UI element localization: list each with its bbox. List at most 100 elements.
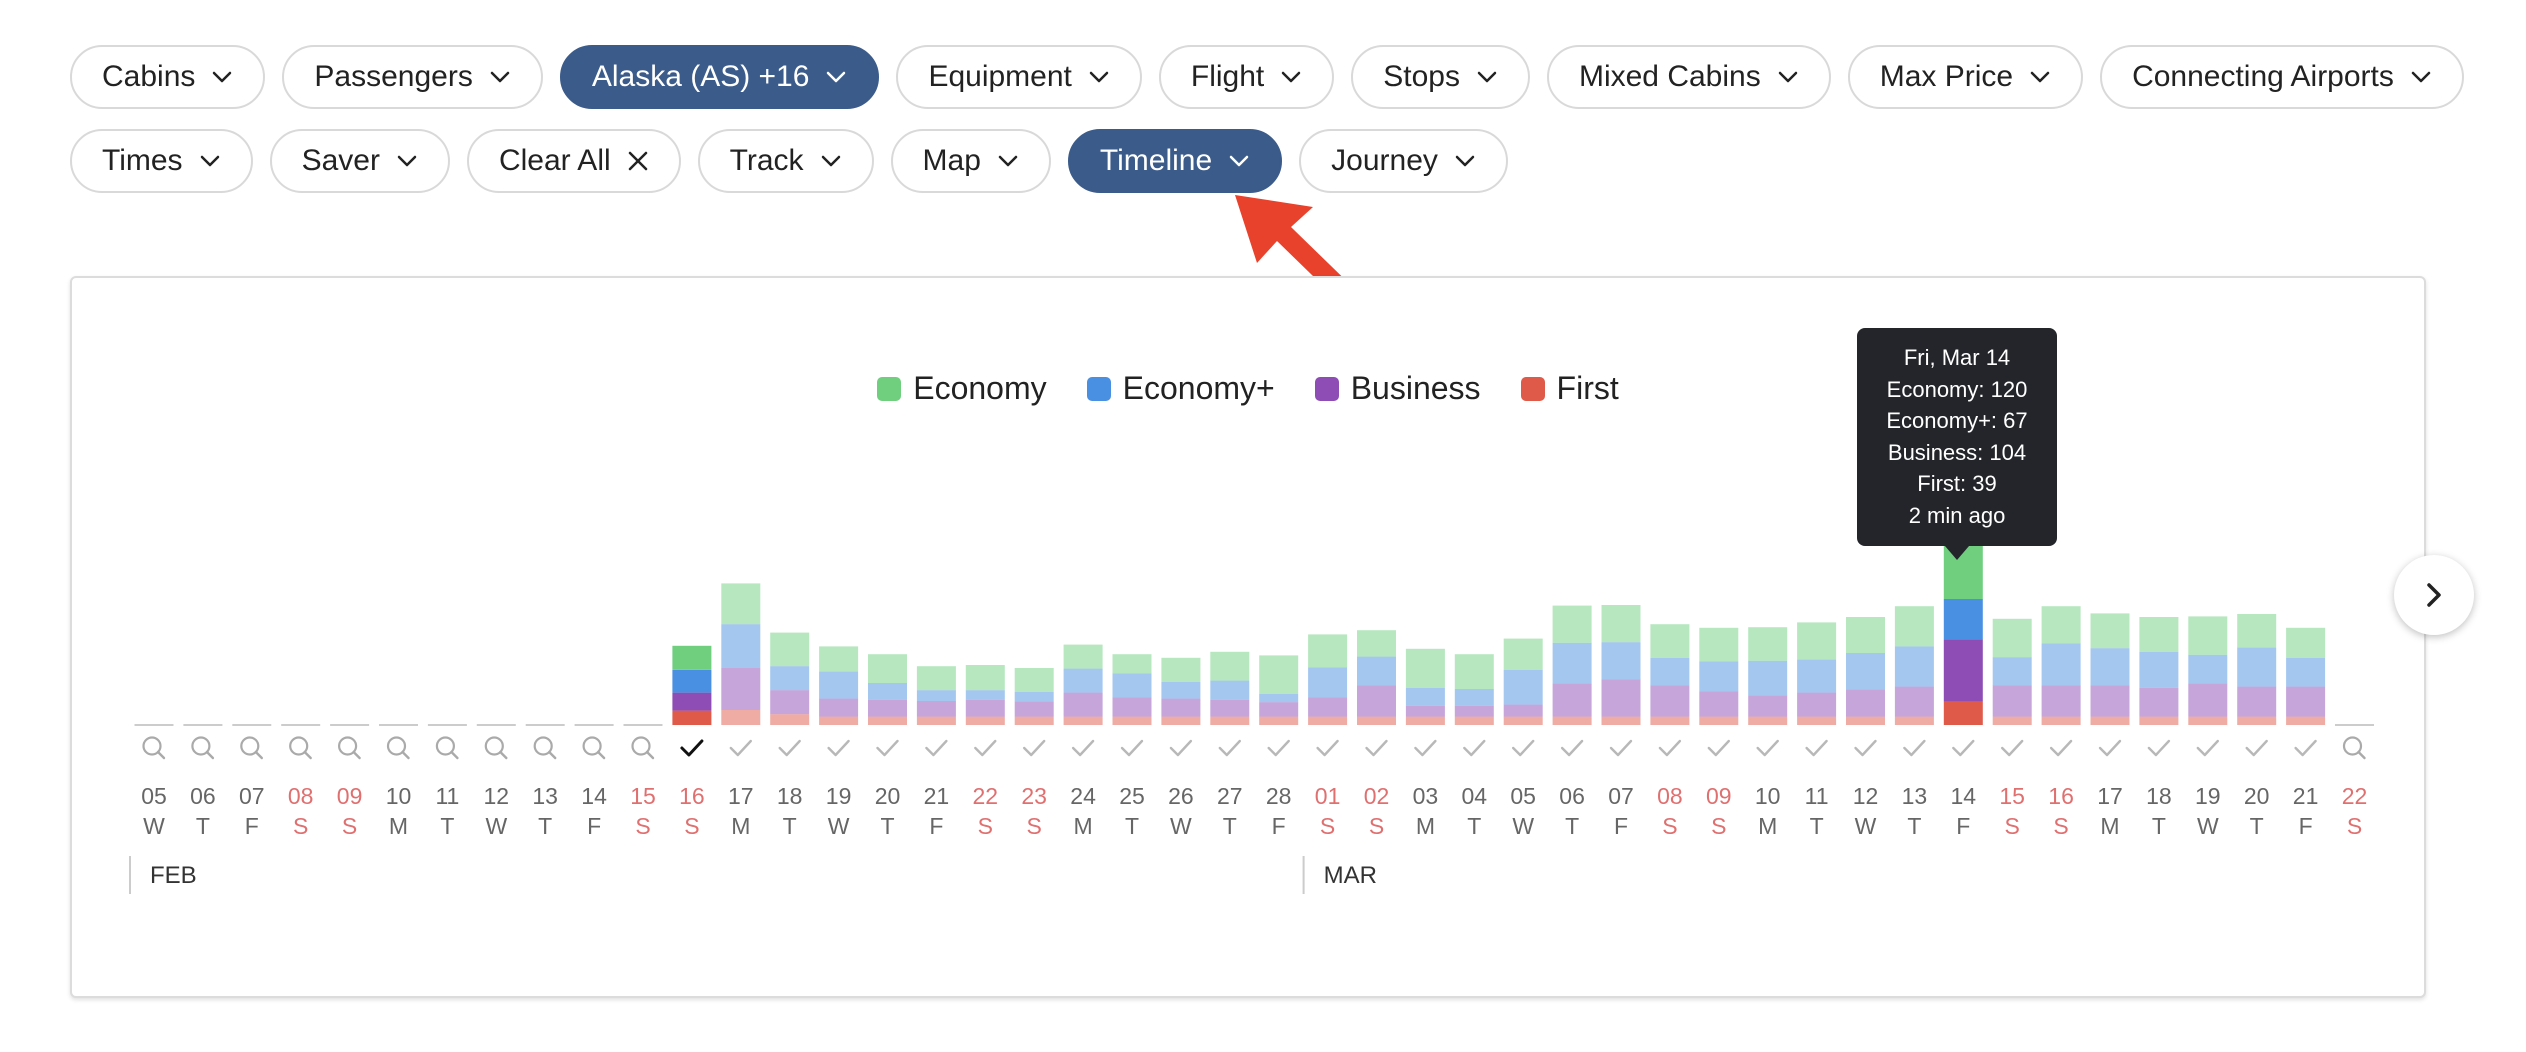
bar-segment-economy[interactable]	[1552, 642, 1592, 684]
bar-segment-economy[interactable]	[1259, 655, 1299, 694]
bar-segment-economy[interactable]	[1552, 605, 1592, 643]
bar-segment-first[interactable]	[1259, 716, 1299, 725]
bar-segment-economy[interactable]	[2188, 616, 2228, 655]
bar-segment-economy[interactable]	[1405, 648, 1445, 688]
bar-segment-economy[interactable]	[1405, 687, 1445, 706]
bar-segment-business[interactable]	[2090, 685, 2130, 717]
bar-segment-first[interactable]	[1357, 716, 1396, 725]
bar-segment-first[interactable]	[1846, 716, 1885, 725]
bar-segment-business[interactable]	[1797, 692, 1837, 717]
bar-segment-business[interactable]	[1748, 695, 1788, 717]
bar-segment-economy[interactable]	[965, 690, 1005, 700]
bar-segment-business[interactable]	[1503, 704, 1543, 717]
bar-segment-first[interactable]	[1405, 716, 1445, 725]
bar-segment-economy[interactable]	[916, 690, 956, 701]
bar-segment-economy[interactable]	[2090, 613, 2130, 649]
bar-segment-business[interactable]	[1161, 698, 1201, 717]
bar-segment-first[interactable]	[1650, 716, 1690, 725]
bar-segment-economy[interactable]	[1601, 605, 1641, 643]
bar-segment-economy[interactable]	[770, 632, 810, 667]
bar-segment-economy[interactable]	[1210, 680, 1250, 700]
bar-segment-first[interactable]	[1552, 716, 1592, 725]
bar-segment-economy[interactable]	[1894, 606, 1934, 647]
bar-segment-economy[interactable]	[721, 624, 761, 668]
bar-segment-economy[interactable]	[2237, 647, 2277, 687]
bar-segment-economy[interactable]	[2090, 648, 2130, 686]
bar-segment-business[interactable]	[868, 699, 907, 717]
search-icon[interactable]	[484, 736, 508, 760]
bar-segment-business[interactable]	[2237, 686, 2277, 717]
bar-segment-business[interactable]	[1846, 689, 1885, 717]
filter-map-button[interactable]: Map	[890, 129, 1051, 193]
bar-segment-economy[interactable]	[1357, 630, 1396, 657]
bar-segment-business[interactable]	[1259, 702, 1299, 717]
bar-segment-business[interactable]	[1650, 685, 1690, 717]
bar-segment-economy[interactable]	[1357, 656, 1396, 686]
search-icon[interactable]	[582, 736, 606, 760]
next-page-button[interactable]	[2394, 555, 2474, 635]
bar-segment-economy[interactable]	[1699, 661, 1739, 692]
bar-segment-economy[interactable]	[1161, 657, 1201, 682]
search-icon[interactable]	[142, 736, 166, 760]
bar-segment-business[interactable]	[1552, 683, 1592, 717]
filter-equipment-button[interactable]: Equipment	[896, 45, 1142, 109]
filter-clear-all-button[interactable]: Clear All	[466, 129, 681, 193]
bar-segment-first[interactable]	[721, 710, 761, 725]
bar-segment-economy[interactable]	[1014, 692, 1054, 702]
bar-segment-economy[interactable]	[916, 666, 956, 691]
bar-segment-economy[interactable]	[1063, 644, 1103, 669]
bar-segment-business[interactable]	[1454, 705, 1494, 717]
bar-segment-first[interactable]	[2090, 716, 2130, 725]
search-icon[interactable]	[533, 736, 557, 760]
bar-segment-business[interactable]	[1992, 685, 2032, 717]
bar-segment-first[interactable]	[916, 716, 956, 725]
bar-segment-business[interactable]	[1894, 686, 1934, 717]
bar-segment-first[interactable]	[1699, 716, 1739, 725]
bar-segment-economy[interactable]	[2188, 654, 2228, 684]
bar-segment-first[interactable]	[819, 716, 859, 725]
bar-segment-economy[interactable]	[1014, 668, 1054, 692]
bar-segment-business[interactable]	[1357, 685, 1396, 717]
bar-segment-economy[interactable]	[819, 671, 859, 699]
bar-segment-economy[interactable]	[1454, 689, 1494, 706]
bar-segment-business[interactable]	[2286, 686, 2326, 717]
bar-segment-first[interactable]	[2041, 716, 2081, 725]
bar-segment-economy[interactable]	[1992, 657, 2032, 686]
bar-segment-economy[interactable]	[672, 669, 712, 693]
bar-segment-economy[interactable]	[1943, 599, 1983, 640]
bar-segment-business[interactable]	[1063, 692, 1103, 717]
bar-segment-first[interactable]	[770, 714, 810, 725]
bar-segment-first[interactable]	[1601, 716, 1641, 725]
filter-journey-button[interactable]: Journey	[1299, 129, 1508, 193]
bar-segment-first[interactable]	[868, 716, 907, 725]
filter-mixed-cabins-button[interactable]: Mixed Cabins	[1546, 45, 1831, 109]
bar-segment-business[interactable]	[916, 701, 956, 717]
bar-segment-first[interactable]	[1210, 716, 1250, 725]
bar-segment-business[interactable]	[965, 699, 1005, 717]
search-icon[interactable]	[386, 736, 410, 760]
filter-stops-button[interactable]: Stops	[1351, 45, 1530, 109]
bar-segment-business[interactable]	[2041, 685, 2081, 717]
bar-segment-economy[interactable]	[2237, 614, 2277, 648]
bar-segment-economy[interactable]	[1797, 659, 1837, 693]
filter-flight-button[interactable]: Flight	[1158, 45, 1335, 109]
bar-segment-economy[interactable]	[1650, 624, 1690, 658]
bar-segment-economy[interactable]	[1503, 669, 1543, 705]
bar-segment-economy[interactable]	[1699, 627, 1739, 662]
bar-segment-economy[interactable]	[1601, 642, 1641, 680]
bar-segment-economy[interactable]	[1454, 654, 1494, 689]
bar-segment-economy[interactable]	[672, 645, 712, 670]
search-icon[interactable]	[240, 736, 264, 760]
bar-segment-economy[interactable]	[1161, 681, 1201, 699]
bar-segment-first[interactable]	[1943, 701, 1983, 725]
bar-segment-first[interactable]	[1748, 716, 1788, 725]
bar-segment-business[interactable]	[2139, 687, 2179, 717]
bar-segment-economy[interactable]	[1650, 657, 1690, 686]
bar-segment-first[interactable]	[1161, 716, 1201, 725]
bar-segment-business[interactable]	[819, 698, 859, 717]
bar-segment-economy[interactable]	[2286, 657, 2326, 687]
bar-segment-economy[interactable]	[1308, 667, 1348, 698]
search-icon[interactable]	[631, 736, 655, 760]
bar-segment-economy[interactable]	[1112, 673, 1152, 698]
filter-timeline-button[interactable]: Timeline	[1067, 129, 1283, 193]
